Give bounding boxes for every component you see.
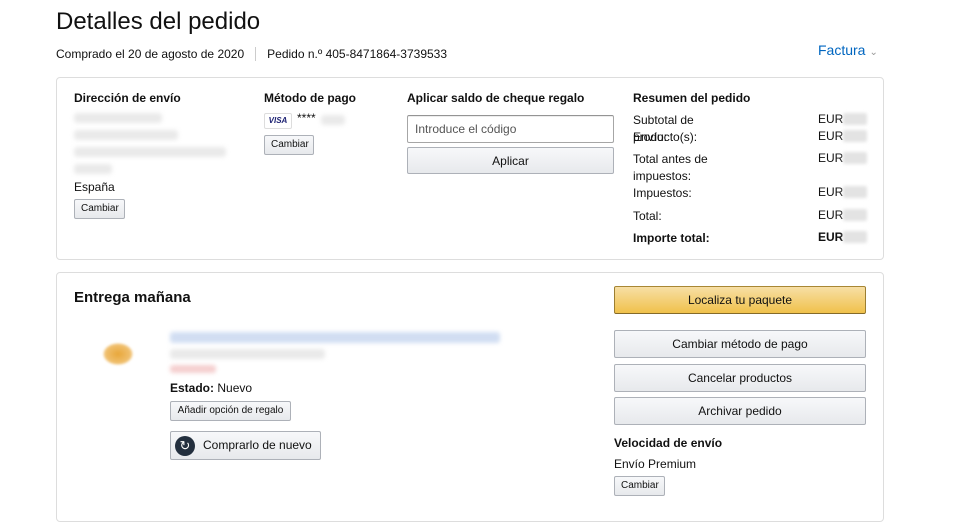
summary-value-redacted <box>843 113 867 125</box>
payment-heading: Método de pago <box>264 91 356 105</box>
summary-currency: EUR <box>818 129 844 143</box>
summary-heading: Resumen del pedido <box>633 91 751 105</box>
summary-currency: EUR <box>818 112 844 126</box>
summary-currency: EUR <box>818 208 844 222</box>
summary-label: Total: <box>633 209 662 223</box>
chevron-down-icon: ⌄ <box>869 47 878 58</box>
summary-value-redacted <box>843 209 867 221</box>
item-status: Estado: Nuevo <box>170 381 252 395</box>
shipping-speed-value: Envío Premium <box>614 457 697 471</box>
invoice-dropdown[interactable]: Factura ⌄ <box>818 42 878 58</box>
apply-gift-button[interactable]: Aplicar <box>407 147 614 174</box>
shipment-box: Entrega mañana Estado: Nuevo Añadir opci… <box>56 272 884 522</box>
price-redacted <box>170 365 216 373</box>
gift-code-input[interactable] <box>407 115 614 143</box>
address-line-redacted <box>74 113 162 123</box>
summary-label: Total antes de impuestos: <box>633 152 708 183</box>
address-line-redacted <box>74 130 178 140</box>
address-line-redacted <box>74 147 226 157</box>
change-shipping-speed-button[interactable]: Cambiar <box>614 476 665 496</box>
add-gift-option-button[interactable]: Añadir opción de regalo <box>170 401 291 421</box>
summary-currency: EUR <box>818 185 844 199</box>
order-meta: Comprado el 20 de agosto de 2020 Pedido … <box>56 47 447 61</box>
summary-currency: EUR <box>818 151 844 165</box>
visa-card-icon: VISA <box>264 113 292 129</box>
summary-label: Impuestos: <box>633 186 692 200</box>
product-thumbnail[interactable] <box>103 343 133 365</box>
divider <box>255 47 257 61</box>
product-title-redacted[interactable] <box>170 332 500 343</box>
summary-value-redacted <box>843 130 867 142</box>
cancel-items-button[interactable]: Cancelar productos <box>614 364 866 392</box>
change-payment-method-button[interactable]: Cambiar método de pago <box>614 330 866 358</box>
delivery-heading: Entrega mañana <box>74 289 191 306</box>
seller-redacted <box>170 349 325 359</box>
shipping-heading: Dirección de envío <box>74 91 181 105</box>
card-mask: **** <box>297 111 316 125</box>
page-title: Detalles del pedido <box>56 8 261 35</box>
buy-again-label: Comprarlo de nuevo <box>203 437 312 452</box>
address-line-redacted <box>74 164 112 174</box>
change-payment-button[interactable]: Cambiar <box>264 135 314 155</box>
summary-currency: EUR <box>818 230 844 244</box>
purchase-date: Comprado el 20 de agosto de 2020 <box>56 47 245 61</box>
summary-label: Importe total: <box>633 231 710 245</box>
summary-value-redacted <box>843 152 867 164</box>
status-value: Nuevo <box>217 381 253 395</box>
shipping-speed-heading: Velocidad de envío <box>614 436 723 450</box>
invoice-label: Factura <box>818 42 866 58</box>
summary-value-redacted <box>843 186 867 198</box>
change-address-button[interactable]: Cambiar <box>74 199 125 219</box>
summary-value-redacted <box>843 231 867 243</box>
buy-again-icon: ↻ <box>175 435 195 456</box>
summary-label: Envío: <box>633 130 668 144</box>
card-digits-redacted <box>321 115 345 125</box>
status-label: Estado: <box>170 381 215 395</box>
track-package-button[interactable]: Localiza tu paquete <box>614 286 866 314</box>
archive-order-button[interactable]: Archivar pedido <box>614 397 866 425</box>
shipping-country: España <box>74 180 115 194</box>
order-info-box: Dirección de envío España Cambiar Método… <box>56 77 884 260</box>
gift-heading: Aplicar saldo de cheque regalo <box>407 91 585 105</box>
order-number: Pedido n.º 405-8471864-3739533 <box>267 47 448 61</box>
buy-again-button[interactable]: ↻ Comprarlo de nuevo <box>170 431 321 460</box>
